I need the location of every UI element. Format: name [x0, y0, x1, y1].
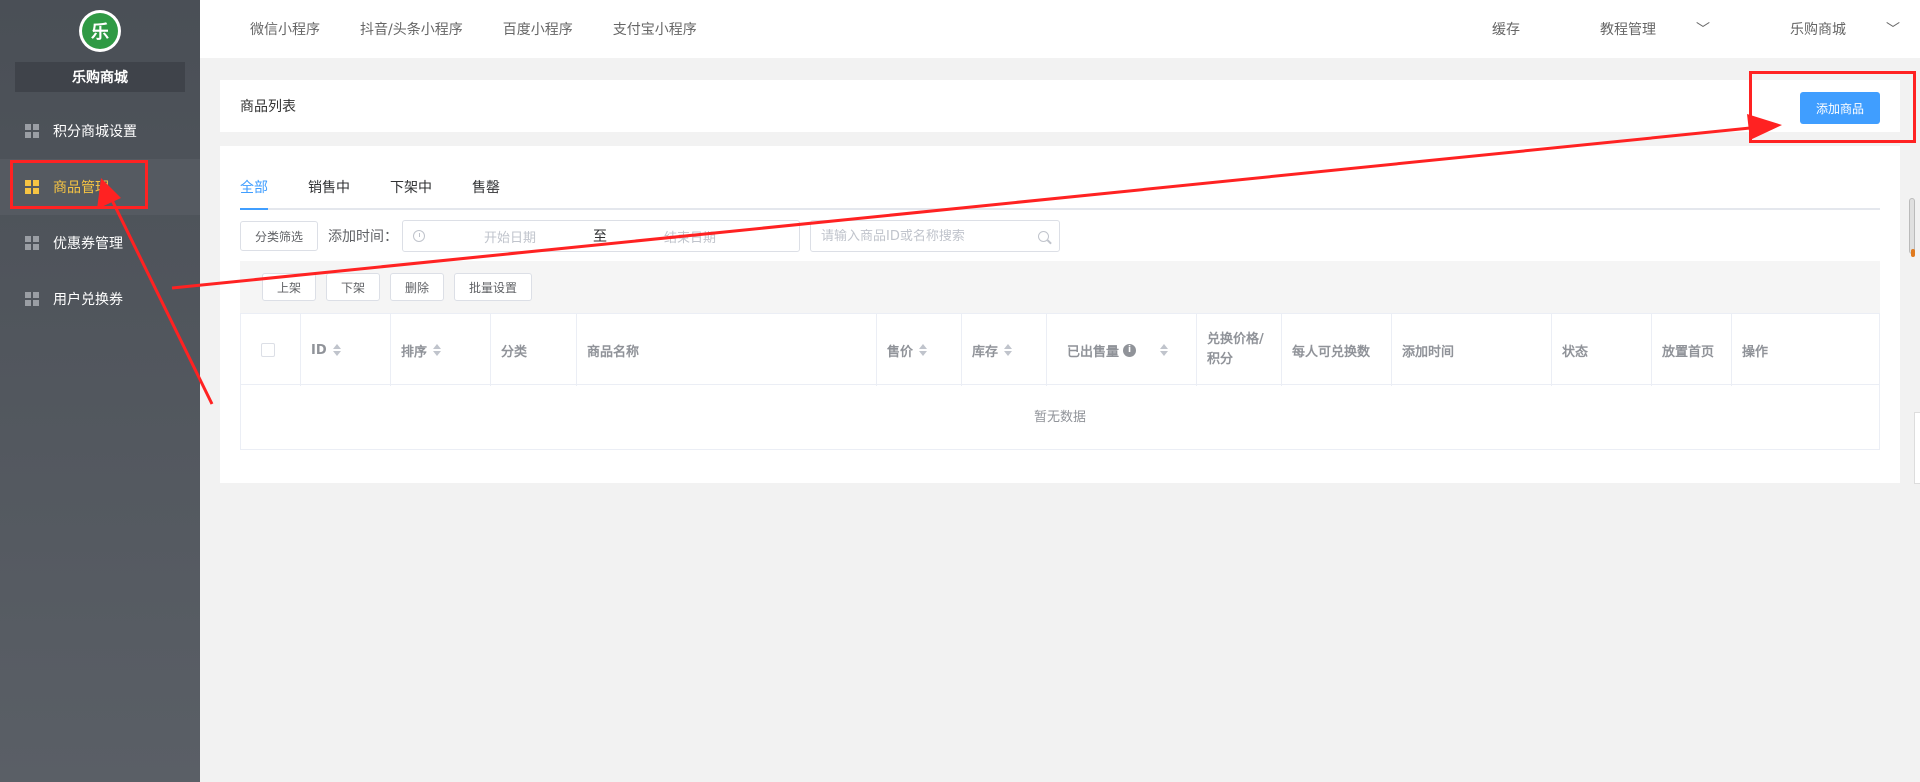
tab-off-shelf[interactable]: 下架中 [390, 168, 432, 208]
search-icon[interactable] [1038, 230, 1050, 242]
col-category: 分类 [491, 314, 577, 386]
col-name-label: 商品名称 [587, 344, 640, 360]
table-header: ID 排序 分类 商品名称 售价 库存 已出售量 i 兑换价格/ 积分 每人可兑… [241, 313, 1879, 386]
edge-panel-handle[interactable] [1914, 412, 1920, 484]
tutorial-menu[interactable]: 教程管理 ﹀ [1560, 19, 1710, 39]
col-price-label: 售价 [887, 344, 914, 360]
tab-on-sale[interactable]: 销售中 [308, 168, 350, 208]
col-category-label: 分类 [501, 344, 528, 360]
sidebar-item-coupon-management[interactable]: 优惠券管理 [0, 215, 200, 271]
col-select [241, 314, 301, 386]
start-date-input[interactable]: 开始日期 [435, 227, 585, 246]
status-tabs: 全部 销售中 下架中 售罄 [240, 168, 1880, 210]
sidebar-item-label: 优惠券管理 [53, 236, 123, 252]
nav-tab-alipay[interactable]: 支付宝小程序 [613, 19, 697, 39]
add-product-button[interactable]: 添加商品 [1800, 92, 1880, 124]
shop-name: 乐购商城 [15, 62, 185, 92]
scrollbar-thumb[interactable] [1909, 198, 1915, 257]
col-exchange-label-2: 积分 [1207, 352, 1234, 367]
nav-tab-wechat[interactable]: 微信小程序 [250, 19, 320, 39]
col-id-label: ID [311, 342, 327, 358]
nav-tab-baidu[interactable]: 百度小程序 [503, 19, 573, 39]
tab-sold-out[interactable]: 售罄 [472, 168, 500, 208]
product-list-panel: 全部 销售中 下架中 售罄 分类筛选 添加时间： 开始日期 至 结束日期 上架 … [220, 146, 1900, 483]
search-input[interactable] [821, 228, 1039, 244]
col-name: 商品名称 [577, 314, 877, 386]
filter-bar: 分类筛选 添加时间： 开始日期 至 结束日期 [240, 220, 1061, 252]
col-status: 状态 [1552, 314, 1652, 386]
search-box [810, 220, 1061, 252]
batch-settings-button[interactable]: 批量设置 [454, 273, 533, 301]
sidebar-item-label: 积分商城设置 [53, 124, 137, 140]
sort-icon [433, 344, 442, 356]
delete-button[interactable]: 删除 [390, 273, 445, 301]
top-nav-right: 缓存 教程管理 ﹀ 乐购商城 ﹀ [1452, 0, 1900, 58]
app-root: 乐 乐购商城 积分商城设置 商品管理 优惠券管理 用户兑换券 微信小程序 抖音/… [0, 0, 1920, 782]
product-table: ID 排序 分类 商品名称 售价 库存 已出售量 i 兑换价格/ 积分 每人可兑… [240, 313, 1880, 450]
grid-icon [25, 236, 39, 250]
clock-icon [413, 230, 426, 242]
sort-icon [332, 344, 341, 356]
col-ops-label: 操作 [1742, 344, 1769, 360]
select-all-checkbox[interactable] [261, 343, 275, 357]
logo-mark: 乐 [82, 13, 118, 49]
tutorial-label: 教程管理 [1600, 22, 1656, 38]
col-home-label: 放置首页 [1662, 344, 1715, 360]
page-title: 商品列表 [240, 99, 296, 115]
date-range-picker[interactable]: 开始日期 至 结束日期 [402, 220, 801, 252]
page-header: 商品列表 [220, 80, 1900, 132]
sort-icon [1004, 344, 1013, 356]
col-add-time-label: 添加时间 [1402, 344, 1455, 360]
sidebar: 乐 乐购商城 积分商城设置 商品管理 优惠券管理 用户兑换券 [0, 0, 200, 782]
sidebar-item-label: 用户兑换券 [53, 292, 123, 308]
shop-logo: 乐 [79, 10, 121, 52]
col-add-time: 添加时间 [1392, 314, 1552, 386]
platform-tabs: 微信小程序 抖音/头条小程序 百度小程序 支付宝小程序 [200, 19, 737, 39]
chevron-down-icon: ﹀ [1886, 22, 1900, 38]
sort-icon [1160, 344, 1169, 356]
top-nav: 微信小程序 抖音/头条小程序 百度小程序 支付宝小程序 缓存 教程管理 ﹀ 乐购商… [200, 0, 1920, 58]
grid-icon [25, 292, 39, 306]
col-status-label: 状态 [1562, 344, 1589, 360]
col-sort[interactable]: 排序 [391, 314, 491, 386]
add-time-label: 添加时间： [328, 229, 399, 245]
col-sold-label: 已出售量 [1067, 344, 1120, 360]
sidebar-item-label: 商品管理 [53, 180, 109, 196]
chevron-down-icon: ﹀ [1696, 22, 1710, 38]
bulk-action-bar: 上架 下架 删除 批量设置 [240, 261, 1880, 313]
info-icon[interactable]: i [1123, 343, 1137, 357]
col-per-user: 每人可兑换数 [1282, 314, 1392, 386]
col-home: 放置首页 [1652, 314, 1732, 386]
category-filter-button[interactable]: 分类筛选 [240, 221, 319, 251]
col-stock-label: 库存 [972, 344, 999, 360]
shop-menu[interactable]: 乐购商城 ﹀ [1750, 19, 1900, 39]
grid-icon [25, 180, 39, 194]
col-sort-label: 排序 [401, 344, 428, 360]
empty-state: 暂无数据 [1033, 409, 1086, 425]
cache-link[interactable]: 缓存 [1492, 19, 1520, 39]
shelve-button[interactable]: 上架 [262, 273, 317, 301]
tab-all[interactable]: 全部 [240, 168, 268, 210]
sidebar-item-points-mall-settings[interactable]: 积分商城设置 [0, 103, 200, 159]
col-id[interactable]: ID [301, 314, 391, 386]
grid-icon [25, 124, 39, 138]
unshelve-button[interactable]: 下架 [326, 273, 381, 301]
col-ops: 操作 [1732, 314, 1879, 386]
shop-menu-label: 乐购商城 [1790, 22, 1846, 38]
sidebar-item-user-vouchers[interactable]: 用户兑换券 [0, 271, 200, 327]
col-price[interactable]: 售价 [877, 314, 962, 386]
nav-tab-douyin[interactable]: 抖音/头条小程序 [360, 19, 463, 39]
sort-icon [919, 344, 928, 356]
sidebar-item-product-management[interactable]: 商品管理 [0, 159, 200, 215]
col-per-user-label: 每人可兑换数 [1292, 344, 1371, 360]
col-sold[interactable]: 已出售量 i [1047, 314, 1197, 386]
sidebar-menu: 积分商城设置 商品管理 优惠券管理 用户兑换券 [0, 103, 200, 327]
col-stock[interactable]: 库存 [962, 314, 1047, 386]
col-exchange-label-1: 兑换价格/ [1207, 332, 1264, 347]
date-separator: 至 [593, 229, 608, 245]
col-exchange-price: 兑换价格/ 积分 [1197, 314, 1282, 386]
end-date-input[interactable]: 结束日期 [615, 227, 765, 246]
